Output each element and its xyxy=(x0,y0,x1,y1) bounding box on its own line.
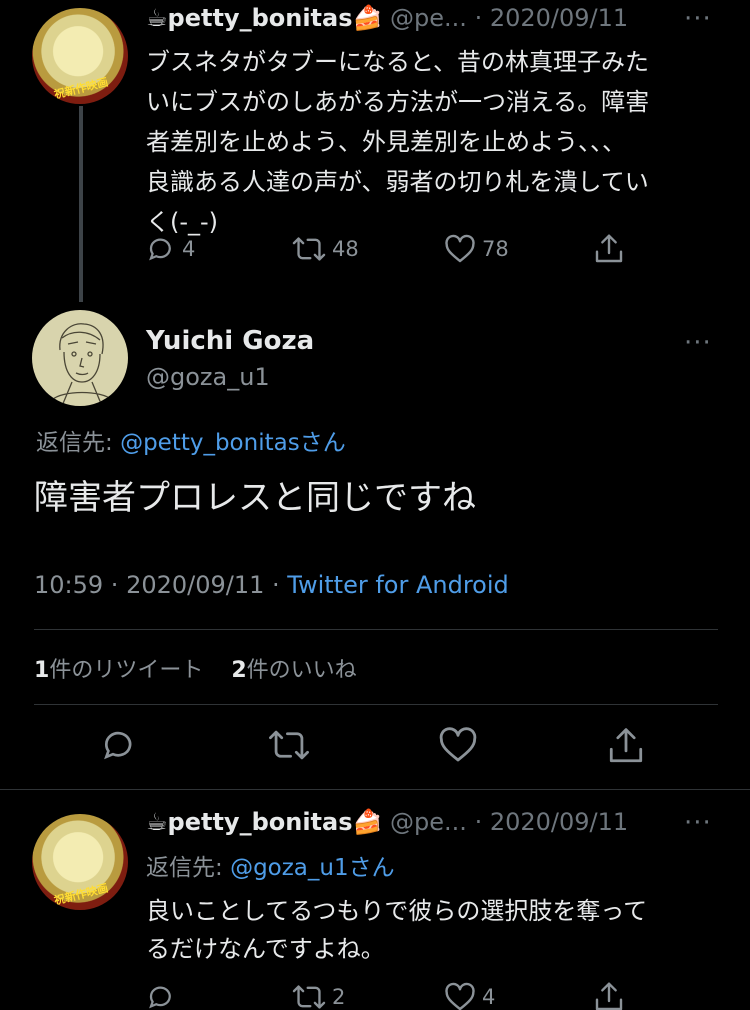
reply-to-line: 返信先: @goza_u1さん xyxy=(146,848,395,882)
retweet-stat-count: 1 xyxy=(34,658,50,683)
reply-icon xyxy=(146,982,176,1010)
share-icon xyxy=(608,726,644,766)
reply-to-prefix: 返信先: xyxy=(146,855,231,881)
tweet-date: 2020/09/11 xyxy=(126,571,265,599)
tweet-text-line: るだけなんですよね。 xyxy=(146,935,385,963)
retweet-button[interactable]: 2 xyxy=(292,982,345,1010)
handle[interactable]: @pe... xyxy=(390,4,467,32)
more-icon[interactable]: ··· xyxy=(684,808,712,838)
divider xyxy=(0,789,750,790)
tweet-actions: 4 48 78 xyxy=(0,232,750,266)
tweet-text: ブスネタがタブーになると、昔の林真理子みた いにブスがのしあがる方法が一つ消える… xyxy=(146,42,706,242)
reply-icon xyxy=(100,726,138,764)
retweet-button[interactable]: 48 xyxy=(292,234,359,264)
tweet-date[interactable]: 2020/09/11 xyxy=(490,4,628,32)
reply-to-link[interactable]: @petty_bonitasさん xyxy=(120,430,346,456)
like-button[interactable]: 4 xyxy=(444,982,495,1010)
tweet-time: 10:59 xyxy=(34,571,104,599)
client-link[interactable]: Twitter for Android xyxy=(287,571,508,599)
likes-stat[interactable]: 2件のいいね xyxy=(231,658,356,683)
more-icon[interactable]: ··· xyxy=(684,4,712,34)
more-icon[interactable]: ··· xyxy=(684,328,712,358)
share-icon xyxy=(594,233,624,265)
avatar-sketch-drawing xyxy=(51,323,113,406)
tweet-text: 良いことしてるつもりで彼らの選択肢を奪って るだけなんですよね。 xyxy=(146,892,706,968)
reply-button[interactable] xyxy=(100,726,138,764)
reply-icon xyxy=(146,234,176,264)
retweet-icon xyxy=(292,982,326,1010)
reply-to-prefix: 返信先: xyxy=(36,430,121,456)
handle[interactable]: @goza_u1 xyxy=(146,363,270,391)
like-button[interactable] xyxy=(438,726,478,764)
tweet-text: 障害者プロレスと同じですね xyxy=(34,478,476,518)
tweet-meta: 10:59 · 2020/09/11 · Twitter for Android xyxy=(34,571,509,599)
divider xyxy=(34,629,718,630)
avatar[interactable]: 祝新作映画 xyxy=(32,814,128,910)
reply-to-link[interactable]: @goza_u1さん xyxy=(230,855,395,881)
display-name[interactable]: ☕petty_bonitas🍰 xyxy=(146,4,382,32)
avatar[interactable] xyxy=(32,310,128,406)
tweet-text-line: 者差別を止めよう、外見差別を止めよう、、、 xyxy=(146,128,626,156)
like-count: 78 xyxy=(482,237,509,261)
meta-separator: · xyxy=(264,571,288,599)
share-button[interactable] xyxy=(594,233,624,265)
retweets-stat[interactable]: 1件のリツイート xyxy=(34,658,203,683)
share-button[interactable] xyxy=(594,981,624,1010)
retweet-button[interactable] xyxy=(268,726,310,764)
handle[interactable]: @pe... xyxy=(390,808,467,836)
like-icon xyxy=(444,234,476,264)
reply-to-line: 返信先: @petty_bonitasさん xyxy=(36,423,346,457)
separator: · xyxy=(474,808,483,836)
avatar[interactable]: 祝新作映画 xyxy=(32,8,128,104)
like-icon xyxy=(444,982,476,1010)
display-name[interactable]: ☕petty_bonitas🍰 xyxy=(146,808,382,836)
tweet-main-actions xyxy=(0,726,750,770)
reply-count: 4 xyxy=(182,237,196,261)
engagement-counts: 1件のリツイート 2件のいいね xyxy=(34,652,357,684)
retweet-count: 2 xyxy=(332,985,346,1009)
divider xyxy=(34,704,718,705)
separator: · xyxy=(474,4,483,32)
retweet-stat-label: 件のリツイート xyxy=(49,658,204,683)
like-stat-count: 2 xyxy=(231,658,247,683)
share-button[interactable] xyxy=(608,726,644,766)
retweet-count: 48 xyxy=(332,237,359,261)
display-name[interactable]: Yuichi Goza xyxy=(146,326,314,356)
tweet-text-line: 良識ある人達の声が、弱者の切り札を潰してい xyxy=(146,168,649,196)
like-icon xyxy=(438,726,478,764)
retweet-icon xyxy=(268,726,310,764)
tweet-text-line: ブスネタがタブーになると、昔の林真理子みた xyxy=(146,48,650,76)
tweet-header: ☕petty_bonitas🍰 @pe... · 2020/09/11 xyxy=(146,4,628,32)
reply-button[interactable] xyxy=(146,982,182,1010)
retweet-icon xyxy=(292,234,326,264)
meta-separator: · xyxy=(103,571,127,599)
tweet-header: ☕petty_bonitas🍰 @pe... · 2020/09/11 xyxy=(146,808,628,836)
tweet-text-line: 良いことしてるつもりで彼らの選択肢を奪って xyxy=(146,897,648,925)
thread-connector-line xyxy=(79,106,83,302)
tweet-actions: 2 4 xyxy=(0,980,750,1010)
share-icon xyxy=(594,981,624,1010)
avatar-ribbon-label: 祝新作映画 xyxy=(52,75,110,102)
avatar-ribbon-label: 祝新作映画 xyxy=(52,881,110,908)
tweet-date[interactable]: 2020/09/11 xyxy=(490,808,628,836)
like-count: 4 xyxy=(482,985,496,1009)
tweet-thread-page: 祝新作映画 ☕petty_bonitas🍰 @pe... · 2020/09/1… xyxy=(0,0,750,1010)
tweet-text-line: いにブスがのしあがる方法が一つ消える。障害 xyxy=(146,88,650,116)
like-button[interactable]: 78 xyxy=(444,234,509,264)
reply-button[interactable]: 4 xyxy=(146,234,195,264)
like-stat-label: 件のいいね xyxy=(246,658,357,683)
